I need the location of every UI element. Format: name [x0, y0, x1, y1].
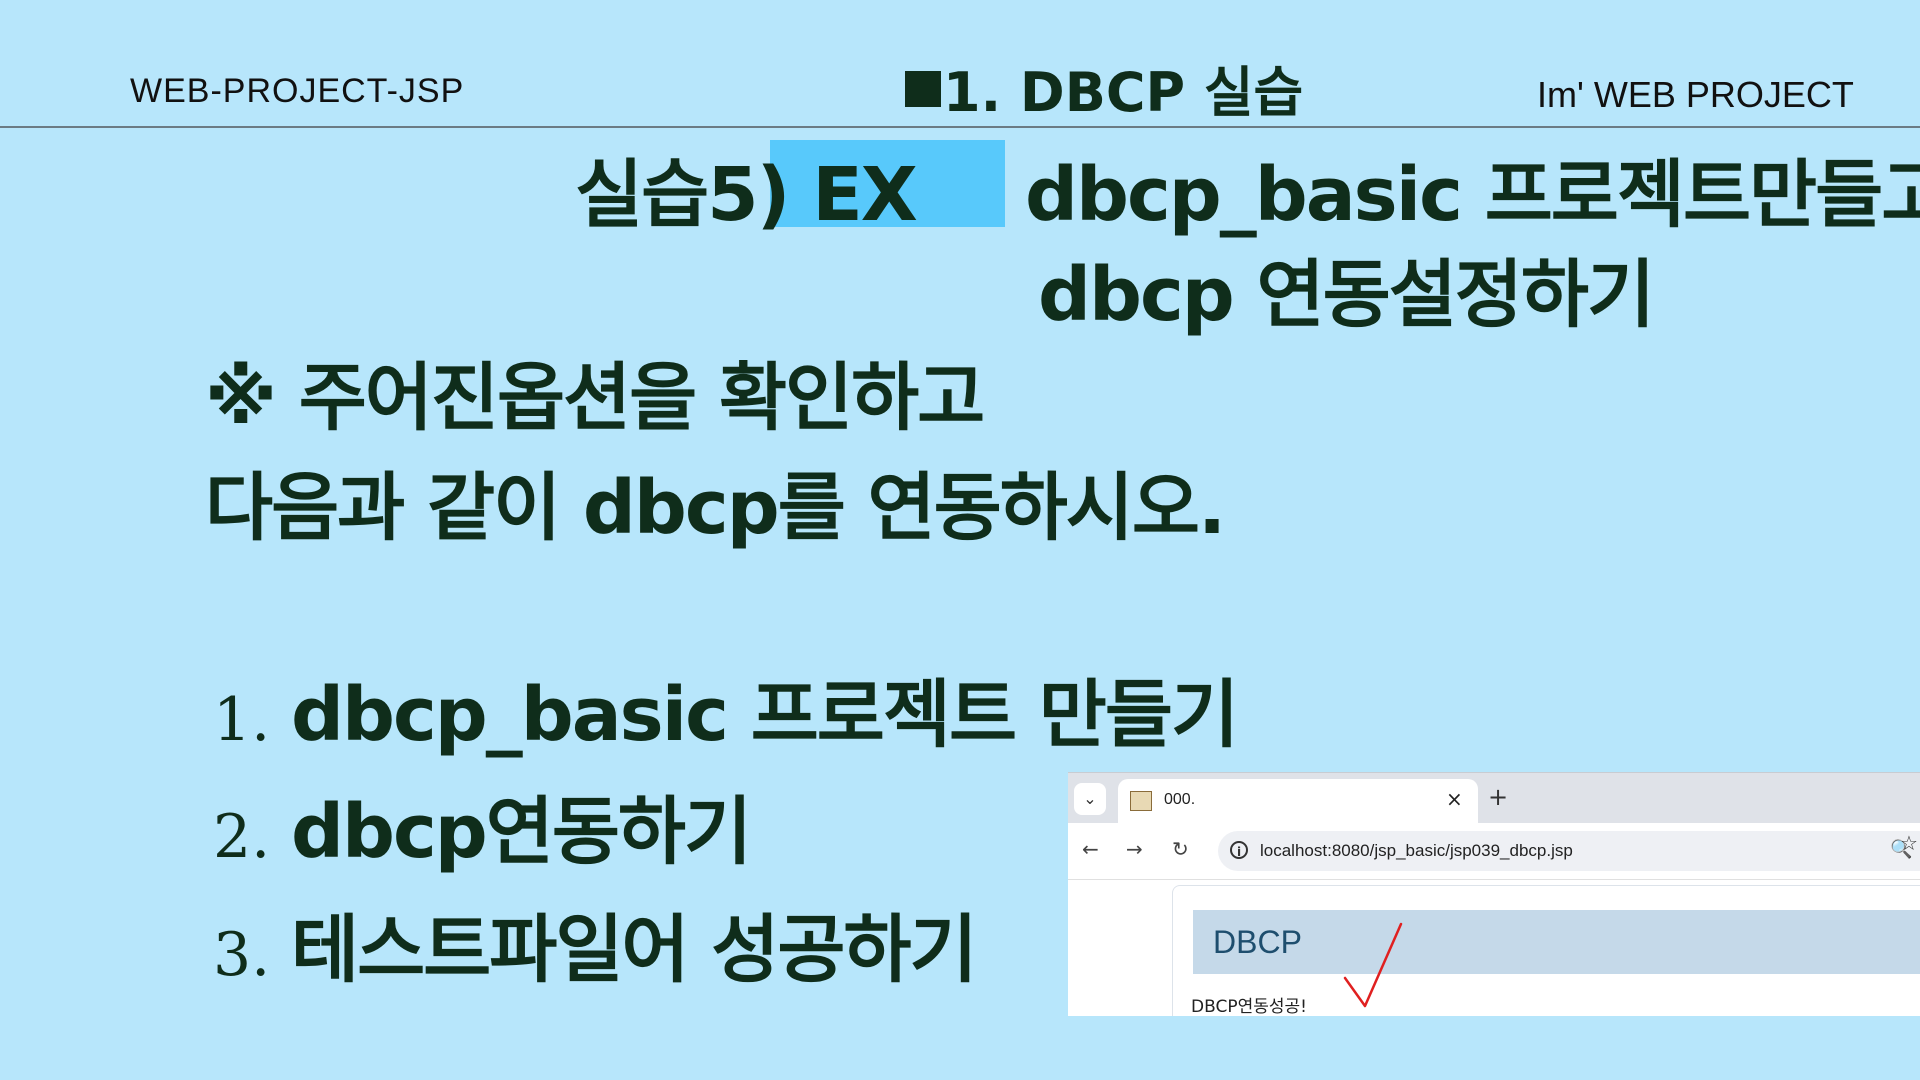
practice-label: 실습5) — [575, 152, 790, 238]
tab-close-icon[interactable]: × — [1446, 787, 1463, 811]
browser-tab-bar: ⌄ 000. × + — [1068, 773, 1920, 823]
tab-list-dropdown-icon[interactable]: ⌄ — [1074, 783, 1106, 815]
browser-nav-bar: ← → ↻ i localhost:8080/jsp_basic/jsp039_… — [1068, 823, 1920, 880]
step-number: 1. — [213, 685, 271, 755]
section-title: 1. DBCP 실습 — [943, 61, 1304, 124]
step-number: 3. — [213, 920, 271, 990]
reload-icon[interactable]: ↻ — [1172, 837, 1189, 861]
header-right-title: Im' WEB PROJECT — [1537, 74, 1854, 115]
step-text: dbcp연동하기 — [291, 789, 752, 875]
page-content: DBCP DBCP연동성공! — [1172, 885, 1920, 1016]
page-heading: DBCP — [1213, 924, 1302, 960]
step-item: 1. dbcp_basic 프로젝트 만들기 — [213, 655, 1239, 762]
step-number: 2. — [213, 802, 271, 872]
tab-title: 000. — [1164, 791, 1196, 808]
step-item: 3. 테스트파일어 성공하기 — [213, 890, 978, 997]
back-arrow-icon[interactable]: ← — [1082, 837, 1099, 861]
step-text: dbcp_basic 프로젝트 만들기 — [291, 672, 1239, 758]
url-text[interactable]: localhost:8080/jsp_basic/jsp039_dbcp.jsp — [1260, 841, 1573, 861]
page-message: DBCP연동성공! — [1191, 997, 1307, 1016]
step-item: 2. dbcp연동하기 — [213, 772, 752, 879]
forward-arrow-icon[interactable]: → — [1126, 837, 1143, 861]
practice-title-line1: dbcp_basic 프로젝트만들고 — [1025, 152, 1920, 238]
page-heading-bar: DBCP — [1193, 910, 1920, 1008]
square-bullet-icon — [905, 71, 941, 107]
header-center-title: 1. DBCP 실습 — [905, 48, 1303, 127]
practice-title: 실습5) EX — [575, 135, 918, 242]
browser-screenshot: ⌄ 000. × + ← → ↻ i localhost:8080/jsp_ba… — [1068, 772, 1920, 1016]
header-left-title: WEB-PROJECT-JSP — [130, 72, 465, 110]
favicon-icon — [1130, 791, 1152, 811]
new-tab-icon[interactable]: + — [1488, 783, 1508, 811]
step-text: 테스트파일어 성공하기 — [291, 907, 978, 993]
header-divider — [0, 126, 1920, 128]
browser-tab[interactable]: 000. × — [1118, 779, 1478, 823]
site-info-icon[interactable]: i — [1230, 841, 1248, 859]
instruction-line2: 다음과 같이 dbcp를 연동하시오. — [205, 465, 1226, 551]
bookmark-star-icon[interactable]: ☆ — [1900, 831, 1918, 855]
instruction-line1: ※ 주어진옵션을 확인하고 — [205, 355, 985, 441]
ex-label: EX — [812, 152, 918, 238]
practice-title-line2: dbcp 연동설정하기 — [1038, 252, 1655, 338]
address-bar[interactable]: i localhost:8080/jsp_basic/jsp039_dbcp.j… — [1218, 831, 1920, 871]
red-checkmark-icon — [1343, 922, 1403, 1008]
